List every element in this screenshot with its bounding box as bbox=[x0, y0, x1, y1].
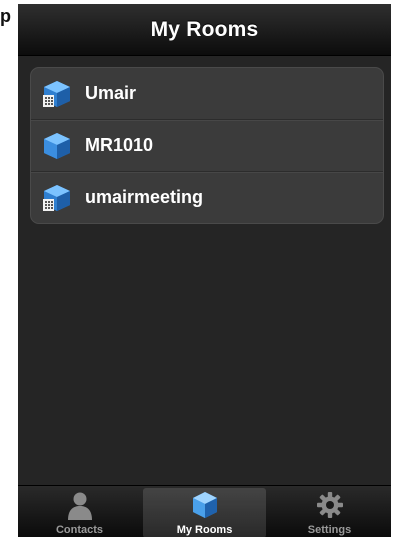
tab-label: Contacts bbox=[55, 524, 104, 536]
room-cube-icon bbox=[44, 132, 70, 159]
room-name: MR1010 bbox=[85, 135, 154, 155]
room-name: Umair bbox=[85, 83, 137, 103]
room-name: umairmeeting bbox=[85, 187, 204, 207]
app-screen: My Rooms Umair MR1010 umairmeeting Conta… bbox=[18, 4, 391, 537]
tab-contacts[interactable]: Contacts bbox=[18, 486, 141, 537]
cube-icon bbox=[192, 492, 217, 518]
room-item-umair[interactable]: Umair bbox=[31, 68, 383, 119]
tab-my-rooms[interactable]: My Rooms bbox=[143, 488, 266, 537]
person-icon bbox=[67, 492, 92, 520]
rooms-content: Umair MR1010 umairmeeting bbox=[18, 56, 391, 485]
room-item-mr1010[interactable]: MR1010 bbox=[31, 119, 383, 171]
gear-icon bbox=[316, 492, 343, 518]
page-title: My Rooms bbox=[150, 17, 259, 41]
room-list: Umair MR1010 umairmeeting bbox=[30, 67, 384, 224]
tab-settings[interactable]: Settings bbox=[268, 486, 391, 537]
tab-label: Settings bbox=[307, 524, 352, 536]
room-building-icon bbox=[43, 80, 70, 107]
room-building-icon bbox=[43, 184, 70, 211]
room-item-umairmeeting[interactable]: umairmeeting bbox=[31, 171, 383, 223]
tab-bar: Contacts My Rooms Settings bbox=[18, 485, 391, 537]
tab-label: My Rooms bbox=[176, 524, 233, 536]
corner-label: p bbox=[0, 6, 11, 26]
navigation-bar: My Rooms bbox=[18, 4, 391, 56]
